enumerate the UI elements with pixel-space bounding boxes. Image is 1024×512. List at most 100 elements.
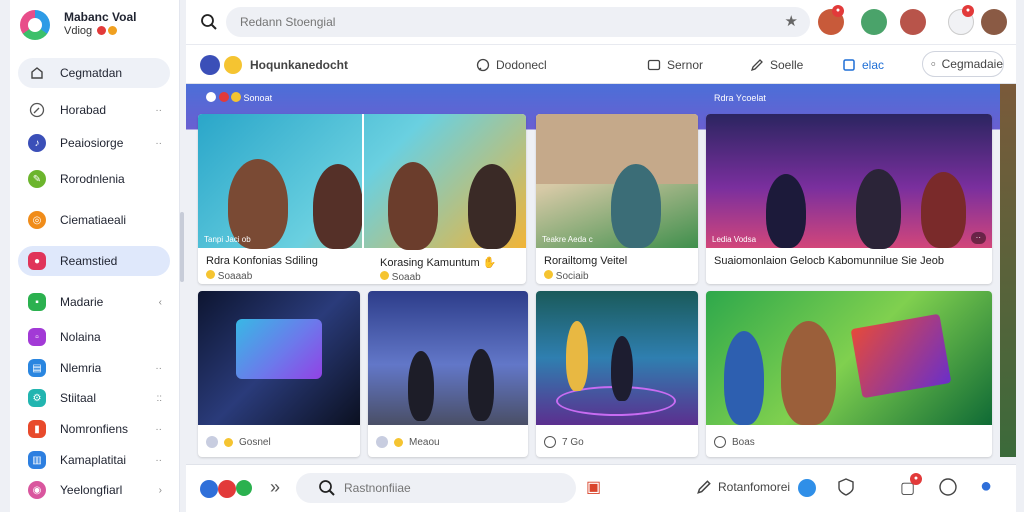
video-thumbnail[interactable]: Teakre Aeda c xyxy=(536,114,698,248)
sidebar-item-7[interactable]: ▫ Nolaina xyxy=(18,322,170,352)
action-label[interactable]: Rotanfomorei xyxy=(718,480,790,494)
video-thumbnail[interactable] xyxy=(198,291,360,425)
video-card[interactable]: Teakre Aeda c Rorailtomg Veitel Sociaib xyxy=(536,114,698,284)
sidebar-item-8[interactable]: ▤ Nlemria ·· xyxy=(18,353,170,383)
tab-0[interactable]: Hoqunkanedocht xyxy=(200,53,348,77)
video-thumbnail[interactable] xyxy=(536,291,698,425)
emoji-icon xyxy=(394,437,403,447)
chat-bubble-icon xyxy=(931,62,936,66)
pen-icon: ✎ xyxy=(28,170,46,188)
video-thumbnail[interactable]: Ledia Vodsa ·· xyxy=(706,114,992,249)
emoji-icon xyxy=(206,270,215,279)
tab-3[interactable]: Soelle xyxy=(750,53,803,77)
avatar[interactable] xyxy=(861,9,887,35)
search-icon[interactable] xyxy=(318,479,336,497)
sidebar-item-label: Nlemria xyxy=(60,361,102,375)
video-title[interactable]: Rdra Konfonias Sdiling xyxy=(206,255,318,267)
section-label-left: Sonoat xyxy=(206,92,272,103)
avatar xyxy=(206,436,218,448)
grid-icon: ▫ xyxy=(28,328,46,346)
sidebar-item-label: Horabad xyxy=(60,103,107,117)
video-thumbnail[interactable]: Tanpi Jaci ob xyxy=(198,114,526,250)
shield-icon[interactable] xyxy=(836,477,856,497)
section-label-right: Rdra Ycoelat xyxy=(714,93,766,103)
video-card[interactable]: Boas xyxy=(706,291,992,457)
chat-icon[interactable] xyxy=(798,479,816,497)
video-card[interactable]: 7 Go xyxy=(536,291,698,457)
tab-label: Sernor xyxy=(667,58,704,72)
sidebar-item-4[interactable]: ◎ Ciematiaeali xyxy=(18,205,170,235)
checkbox-icon[interactable] xyxy=(544,436,556,448)
tab-5[interactable]: Cegmadaie xyxy=(922,51,1004,77)
users-icon[interactable]: ● xyxy=(980,475,992,498)
sidebar-scrollbar[interactable] xyxy=(180,212,184,282)
sidebar-item-label: Kamaplatitai xyxy=(60,453,127,467)
camera-icon xyxy=(206,92,216,102)
square-icon xyxy=(843,59,855,71)
tool-icon: ⚙ xyxy=(28,389,46,407)
video-title[interactable]: Korasing Kamuntum ✋ xyxy=(374,256,503,269)
chevron-right-icon[interactable]: » xyxy=(270,477,280,498)
emoji-icon xyxy=(231,92,242,102)
sidebar-item-0[interactable]: Cegmatdan xyxy=(18,58,170,88)
sidebar-item-11[interactable]: ▥ Kamaplatitai ·· xyxy=(18,445,170,475)
topbar: ★ ● ● xyxy=(186,0,1016,44)
app-subtitle: Vdiog xyxy=(64,25,93,37)
sidebar-item-3[interactable]: ✎ Rorodnlenia xyxy=(18,164,170,194)
star-icon[interactable]: ★ xyxy=(785,12,798,30)
bottombar: » ▣ Rotanfomorei ▢ ● ● xyxy=(186,464,1016,512)
brand[interactable]: Mabanc Voal Vdiog xyxy=(20,8,180,44)
hand-icon: ✋ xyxy=(482,257,497,269)
video-card[interactable]: Gosnel xyxy=(198,291,360,457)
gift-icon[interactable]: ▣ xyxy=(586,477,601,497)
notification-icon[interactable] xyxy=(218,480,236,498)
help-icon[interactable] xyxy=(938,477,958,497)
notification-badge: ● xyxy=(910,473,922,485)
red-dot-icon xyxy=(218,92,229,102)
emoji-icon xyxy=(224,56,242,74)
home-icon xyxy=(28,64,46,82)
search-icon[interactable] xyxy=(200,13,218,31)
sidebar-item-9[interactable]: ⚙ Stiitaal :: xyxy=(18,383,170,413)
sidebar-item-2[interactable]: ♪ Peaiosiorge ·· xyxy=(18,128,170,158)
notification-badge: ● xyxy=(832,5,844,17)
tab-label: elac xyxy=(862,58,885,72)
video-title[interactable]: Rorailtomg Veitel xyxy=(544,255,627,267)
avatar[interactable] xyxy=(981,9,1007,35)
book-icon: ▮ xyxy=(28,420,46,438)
pen-icon[interactable] xyxy=(696,479,712,495)
star-badge-icon: ◎ xyxy=(28,211,46,229)
sidebar: Mabanc Voal Vdiog Cegmatdan Horabad ·· ♪… xyxy=(10,0,180,512)
sidebar-item-10[interactable]: ▮ Nomronfiens ·· xyxy=(18,414,170,444)
video-thumbnail-partial[interactable] xyxy=(1000,84,1016,457)
tab-4[interactable]: elac xyxy=(842,53,884,77)
emoji-icon xyxy=(224,437,233,447)
video-thumbnail[interactable] xyxy=(368,291,528,425)
chat-bubble-icon xyxy=(476,58,490,72)
avatar[interactable] xyxy=(900,9,926,35)
sidebar-item-1[interactable]: Horabad ·· xyxy=(18,95,170,125)
status-icon[interactable] xyxy=(236,480,252,496)
tab-1[interactable]: Dodonecl xyxy=(476,53,547,77)
tab-2[interactable]: Sernor xyxy=(647,53,703,77)
video-card[interactable]: Ledia Vodsa ·· Suaiomonlaion Gelocb Kabo… xyxy=(706,114,992,284)
sidebar-item-5[interactable]: ● Reamstied xyxy=(18,246,170,276)
sidebar-item-label: Ciematiaeali xyxy=(60,213,127,227)
red-dot-icon xyxy=(97,26,107,35)
search-input[interactable] xyxy=(226,7,746,37)
video-title[interactable]: Suaiomonlaion Gelocb Kabomunnilue Sie Je… xyxy=(714,255,944,267)
sidebar-item-12[interactable]: ◉ Yeelongfiarl › xyxy=(18,475,170,505)
video-meta: Soaab xyxy=(380,271,421,283)
notification-badge: ● xyxy=(962,5,974,17)
profile-icon[interactable] xyxy=(200,480,218,498)
tab-label: Dodonecl xyxy=(496,58,547,72)
doc-icon: ▤ xyxy=(28,359,46,377)
video-thumbnail[interactable] xyxy=(706,291,992,425)
record-icon: ● xyxy=(28,252,46,270)
search-bar: ★ xyxy=(226,7,810,37)
sidebar-item-6[interactable]: ▪ Madarie ‹ xyxy=(18,287,170,317)
sidebar-item-label: Peaiosiorge xyxy=(60,136,124,150)
sidebar-item-label: Reamstied xyxy=(60,254,118,268)
checkbox-icon[interactable] xyxy=(714,436,726,448)
video-card[interactable]: Meaou xyxy=(368,291,528,457)
